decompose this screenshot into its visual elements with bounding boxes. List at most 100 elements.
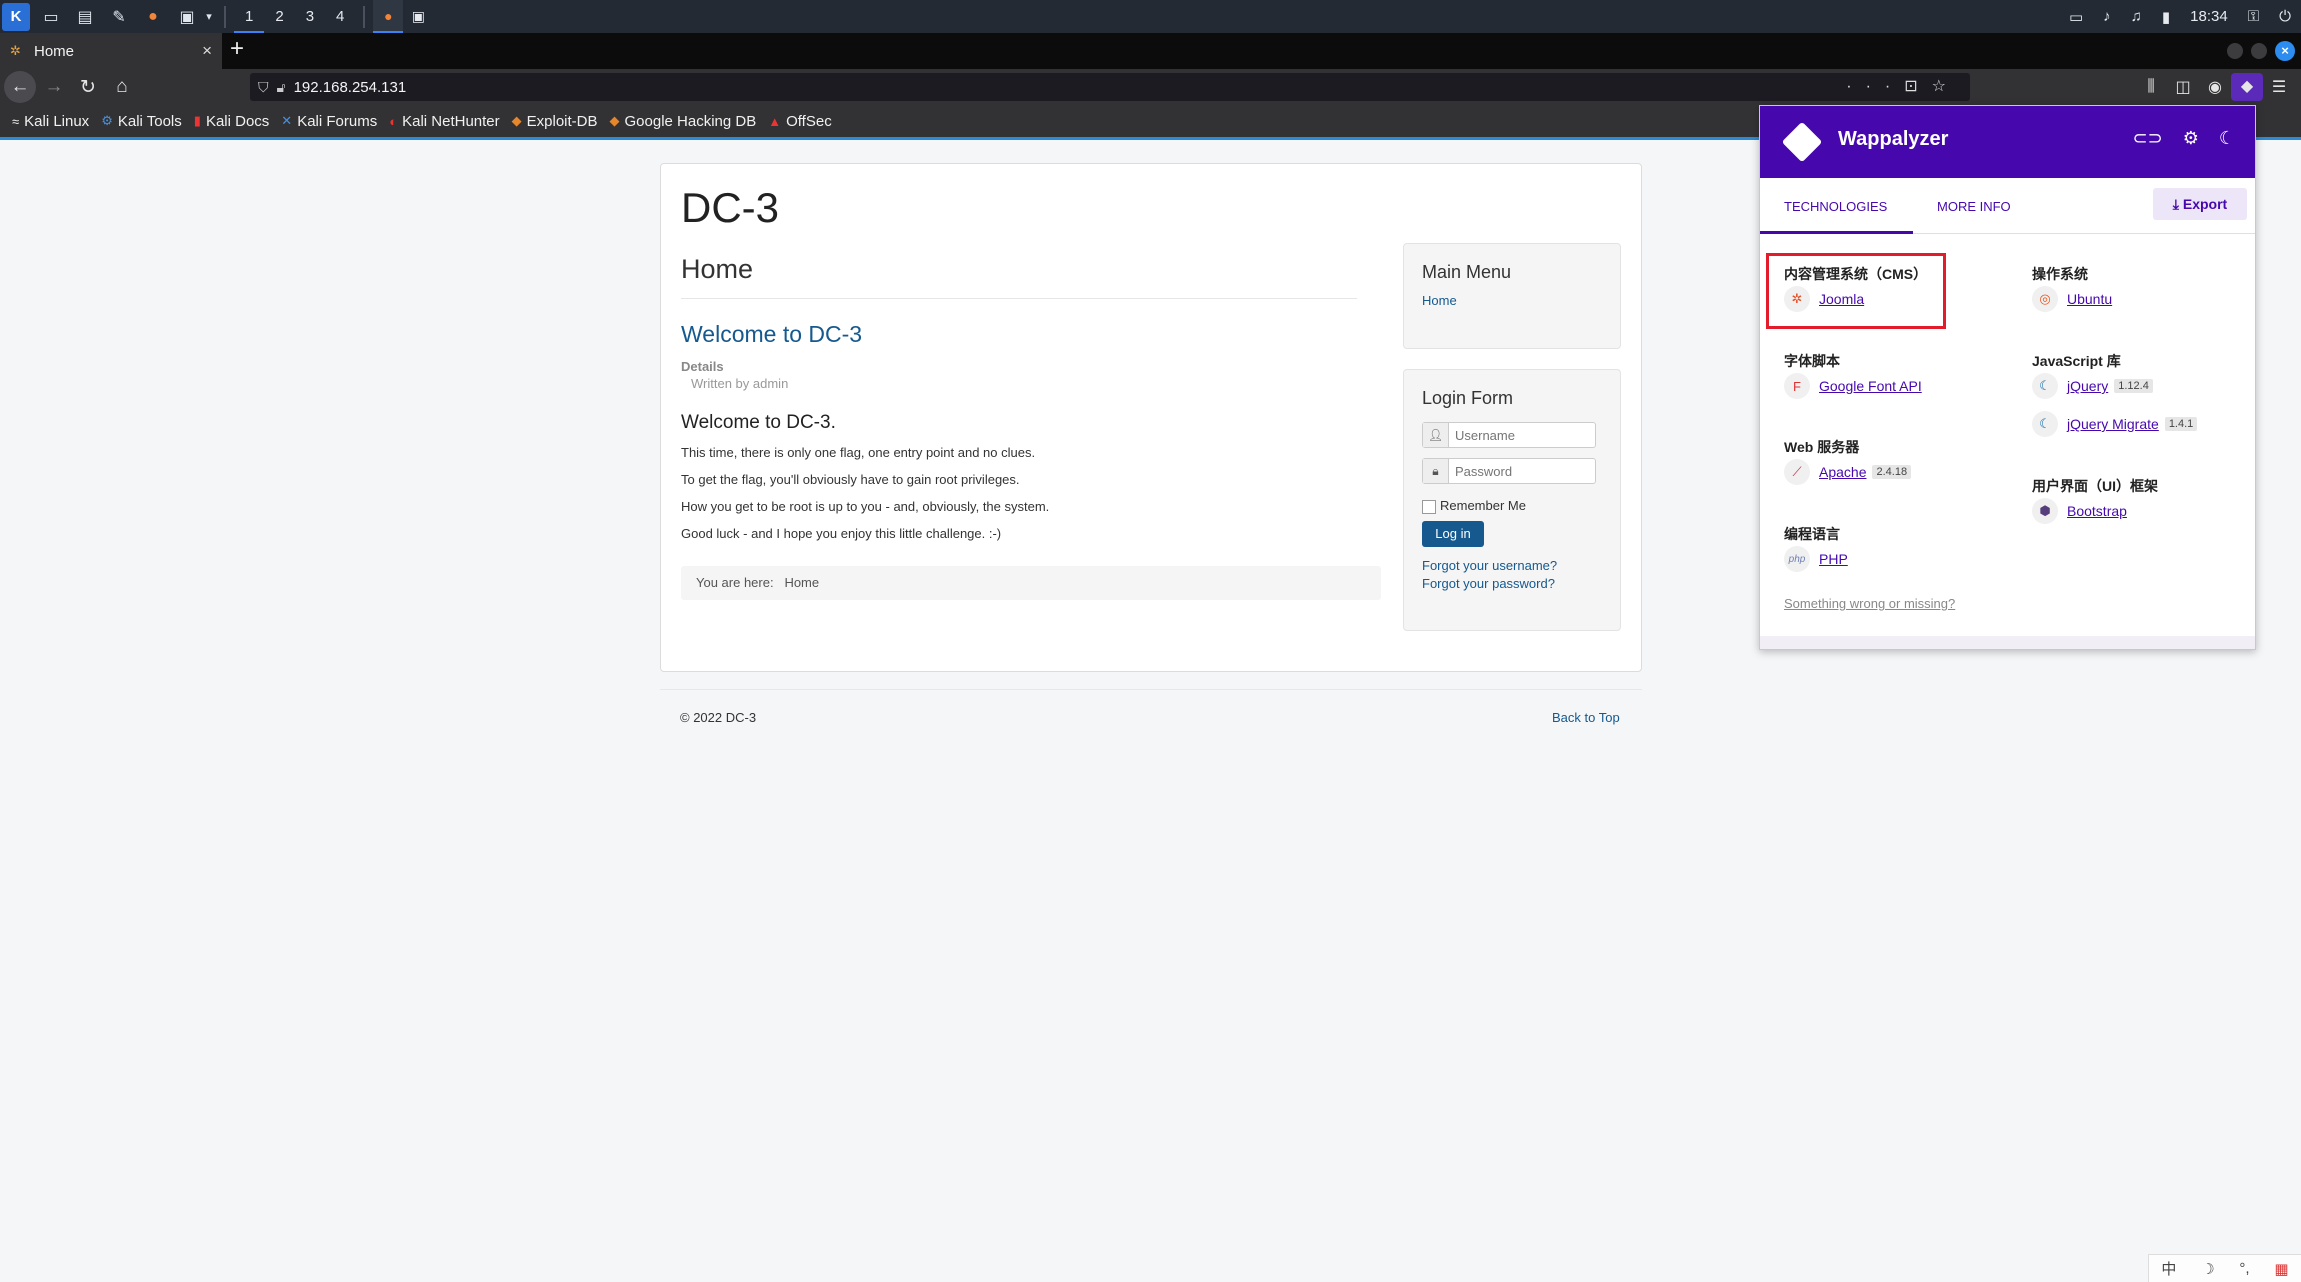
system-taskbar: K ▭ ▤ ✎ ● ▣ ▾ 1 2 3 4 ● ▣ ▭ ♪ ♫ ▮ 18:34 … (0, 0, 2301, 33)
menu-item-home[interactable]: Home (1422, 293, 1457, 308)
workspace-2[interactable]: 2 (264, 0, 294, 33)
workspace-3[interactable]: 3 (295, 0, 325, 33)
bookmark-offsec[interactable]: ▲ OffSec (768, 113, 831, 130)
taskbar-separator (363, 5, 366, 28)
export-button[interactable]: ⤓ Export (2153, 188, 2247, 220)
tab-close-icon[interactable]: × (202, 41, 212, 61)
lock-icon[interactable]: ⚿ (2248, 8, 2259, 25)
bookmark-kali-docs[interactable]: ▮ Kali Docs (194, 113, 270, 130)
lock-icon: 🔒︎ (1423, 459, 1449, 483)
url-text[interactable]: 192.168.254.131 (294, 79, 407, 96)
back-to-top-link[interactable]: Back to Top (1552, 710, 1620, 725)
new-tab-button[interactable]: + (230, 35, 244, 63)
menu-icon[interactable]: ☰ (2263, 77, 2295, 97)
forgot-username-link[interactable]: Forgot your username? (1422, 558, 1557, 573)
workspace-4[interactable]: 4 (325, 0, 355, 33)
library-icon[interactable]: ⫼ (2135, 78, 2167, 96)
chevron-down-icon[interactable]: ▾ (202, 4, 216, 30)
tab-technologies[interactable]: TECHNOLOGIES (1784, 199, 1887, 214)
exploit-db-icon: ◆ (511, 113, 522, 128)
download-icon: ⤓ (2172, 196, 2179, 212)
text-editor-icon[interactable]: ✎ (106, 4, 132, 30)
tech-jquery[interactable]: ☾ jQuery 1.12.4 (2032, 373, 2153, 399)
article-paragraph: To get the flag, you'll obviously have t… (681, 472, 1020, 487)
gear-icon[interactable]: ⚙ (2183, 128, 2199, 149)
page-actions[interactable]: ···⊡☆ (1846, 76, 1960, 96)
breadcrumb: You are here: Home (681, 566, 1381, 600)
article-title-link[interactable]: Welcome to DC-3 (681, 321, 862, 348)
forgot-password-link[interactable]: Forgot your password? (1422, 576, 1555, 591)
nethunter-icon: ◐ (389, 113, 398, 129)
shield-icon[interactable]: ⛉ (258, 79, 269, 96)
version-badge: 2.4.18 (1872, 465, 1912, 479)
main-menu-module: Main Menu Home (1403, 243, 1621, 349)
bookmark-kali-linux[interactable]: ≈ Kali Linux (12, 113, 89, 130)
display-icon[interactable]: ▭ (2069, 8, 2083, 26)
address-bar[interactable]: ⛉ 🔓︎ 192.168.254.131 ···⊡☆ (250, 73, 1970, 101)
desktop-icon[interactable]: ▭ (38, 4, 64, 30)
account-icon[interactable]: ◉ (2199, 77, 2231, 97)
reload-button[interactable]: ↻ (72, 71, 104, 103)
breadcrumb-label: You are here: (696, 575, 774, 590)
back-button[interactable]: ← (4, 71, 36, 103)
bookmark-kali-forums[interactable]: ✕ Kali Forums (281, 113, 377, 130)
php-icon: php (1784, 546, 1810, 572)
remember-me-checkbox[interactable] (1422, 500, 1436, 514)
kali-menu-icon[interactable]: K (2, 2, 30, 31)
login-button[interactable]: Log in (1422, 521, 1484, 547)
moon-icon[interactable]: ☾ (2219, 128, 2235, 149)
moon-icon[interactable]: ☽ (2201, 1260, 2214, 1278)
tab-more-info[interactable]: MORE INFO (1937, 199, 2011, 214)
notification-bell-icon[interactable]: ♫ (2131, 8, 2142, 25)
bookmark-kali-nethunter[interactable]: ◐ Kali NetHunter (389, 113, 499, 130)
password-field[interactable]: 🔒︎ (1422, 458, 1596, 484)
sidebar-icon[interactable]: ◫ (2167, 77, 2199, 97)
workspace-1[interactable]: 1 (234, 0, 265, 33)
author-line: Written by admin (691, 376, 789, 391)
category-programming-languages: 编程语言 (1784, 526, 1840, 542)
username-input[interactable] (1449, 423, 1589, 447)
site-title[interactable]: DC-3 (681, 184, 779, 232)
punctuation-icon[interactable]: °, (2239, 1260, 2249, 1277)
battery-icon[interactable]: ▮ (2162, 8, 2170, 26)
forward-button[interactable]: → (38, 71, 70, 103)
breadcrumb-current: Home (784, 575, 820, 590)
ime-language[interactable]: 中 (2161, 1258, 2176, 1279)
wappalyzer-extension-icon[interactable]: ◆ (2231, 73, 2263, 101)
username-field[interactable]: 👤︎ (1422, 422, 1596, 448)
article-subheading: Welcome to DC-3. (681, 412, 836, 433)
minimize-button[interactable] (2227, 43, 2243, 59)
window-close-button[interactable]: × (2275, 41, 2295, 61)
clock: 18:34 (2190, 8, 2228, 25)
insecure-lock-icon[interactable]: 🔓︎ (277, 79, 286, 96)
bookmark-kali-tools[interactable]: ⚙ Kali Tools (101, 113, 182, 130)
terminal-window-button[interactable]: ▣ (403, 0, 433, 33)
tech-jquery-migrate[interactable]: ☾ jQuery Migrate 1.4.1 (2032, 411, 2198, 437)
home-button[interactable]: ⌂ (106, 71, 138, 103)
terminal-launcher-icon[interactable]: ▣ (174, 4, 200, 30)
maximize-button[interactable] (2251, 43, 2267, 59)
firefox-launcher-icon[interactable]: ● (140, 4, 166, 30)
bookmark-exploit-db[interactable]: ◆ Exploit-DB (512, 113, 598, 130)
remember-me[interactable]: Remember Me (1422, 496, 1526, 514)
details-label: Details (681, 359, 724, 374)
tech-bootstrap[interactable]: ⬢ Bootstrap (2032, 498, 2127, 524)
firefox-window-button[interactable]: ● (373, 0, 404, 33)
tech-apache[interactable]: ⟋ Apache 2.4.18 (1784, 459, 1912, 485)
toggle-icon[interactable]: ⊂⊃ (2133, 128, 2163, 149)
grid-menu-icon[interactable]: ▦ (2274, 1260, 2288, 1278)
version-badge: 1.4.1 (2164, 417, 2198, 431)
volume-icon[interactable]: ♪ (2103, 8, 2111, 25)
wappalyzer-header: Wappalyzer ⊂⊃ ⚙ ☾ (1760, 106, 2255, 178)
tech-joomla[interactable]: ✲ Joomla (1784, 286, 1864, 312)
browser-tab[interactable]: ✲ Home × (0, 33, 222, 69)
power-icon[interactable]: ⏻ (2279, 8, 2291, 25)
tech-ubuntu[interactable]: ◎ Ubuntu (2032, 286, 2112, 312)
kali-tools-icon: ⚙ (101, 113, 113, 128)
bookmark-google-hacking-db[interactable]: ◆ Google Hacking DB (610, 113, 757, 130)
tech-google-font-api[interactable]: F Google Font API (1784, 373, 1922, 399)
something-wrong-link[interactable]: Something wrong or missing? (1784, 596, 1955, 611)
password-input[interactable] (1449, 459, 1589, 483)
tech-php[interactable]: php PHP (1784, 546, 1848, 572)
file-manager-icon[interactable]: ▤ (72, 4, 98, 30)
